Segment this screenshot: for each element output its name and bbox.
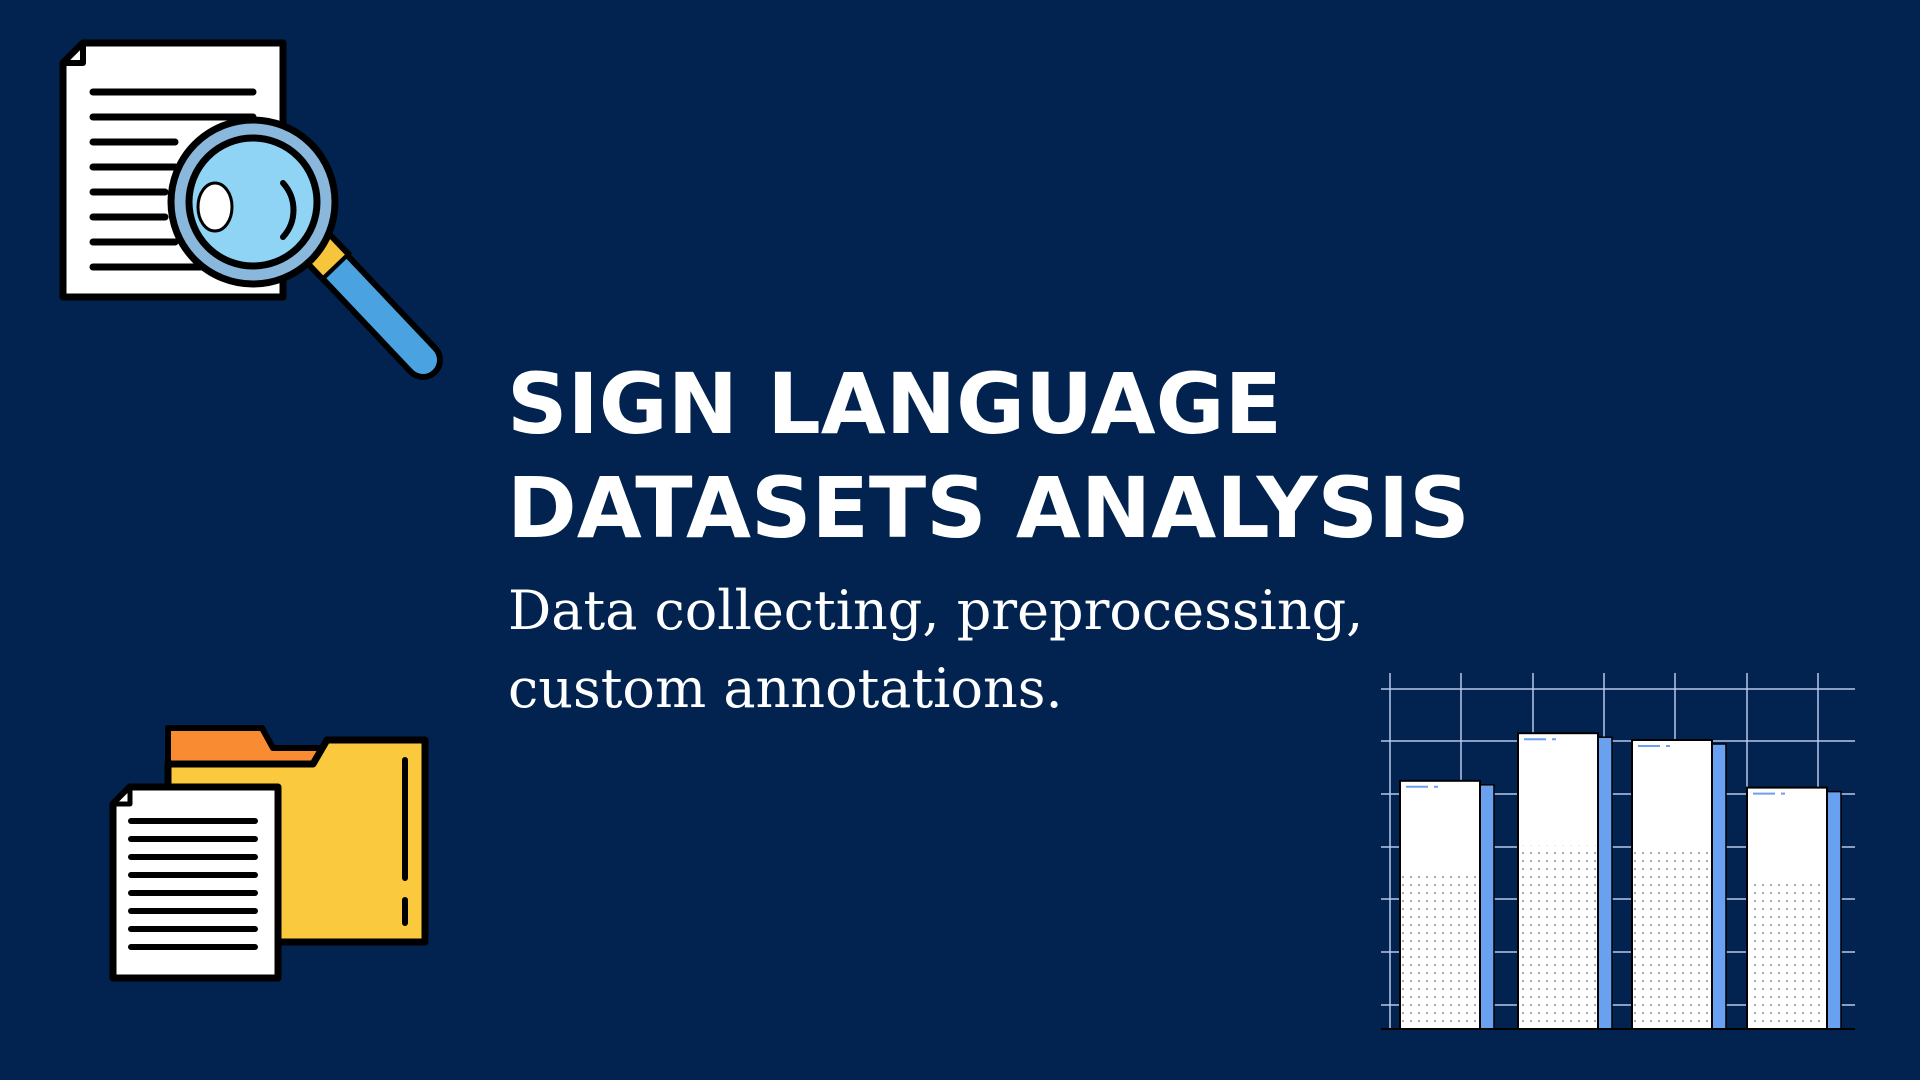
title-line-1: SIGN LANGUAGE	[507, 355, 1282, 453]
bar-dot-texture	[1634, 849, 1710, 1028]
magnifier-handle	[295, 226, 443, 380]
bar-dot-texture	[1402, 875, 1478, 1028]
title-slide: SIGN LANGUAGE DATASETS ANALYSIS Data col…	[0, 0, 1920, 1080]
slide-title: SIGN LANGUAGE DATASETS ANALYSIS	[507, 352, 1470, 560]
document-magnifier-icon	[59, 39, 443, 380]
title-line-2: DATASETS ANALYSIS	[507, 459, 1470, 557]
magnifier-lens	[167, 116, 339, 288]
bar-graph-illustration	[1381, 673, 1855, 1030]
graph-bars	[1399, 732, 1842, 1030]
subtitle-line-2: custom annotations.	[508, 657, 1063, 720]
bar-dot-texture	[1749, 879, 1825, 1028]
folder-documents-icon	[109, 725, 429, 982]
slide-subtitle: Data collecting, preprocessing, custom a…	[508, 572, 1363, 728]
bar-dot-texture	[1520, 845, 1596, 1028]
subtitle-line-1: Data collecting, preprocessing,	[508, 579, 1364, 642]
